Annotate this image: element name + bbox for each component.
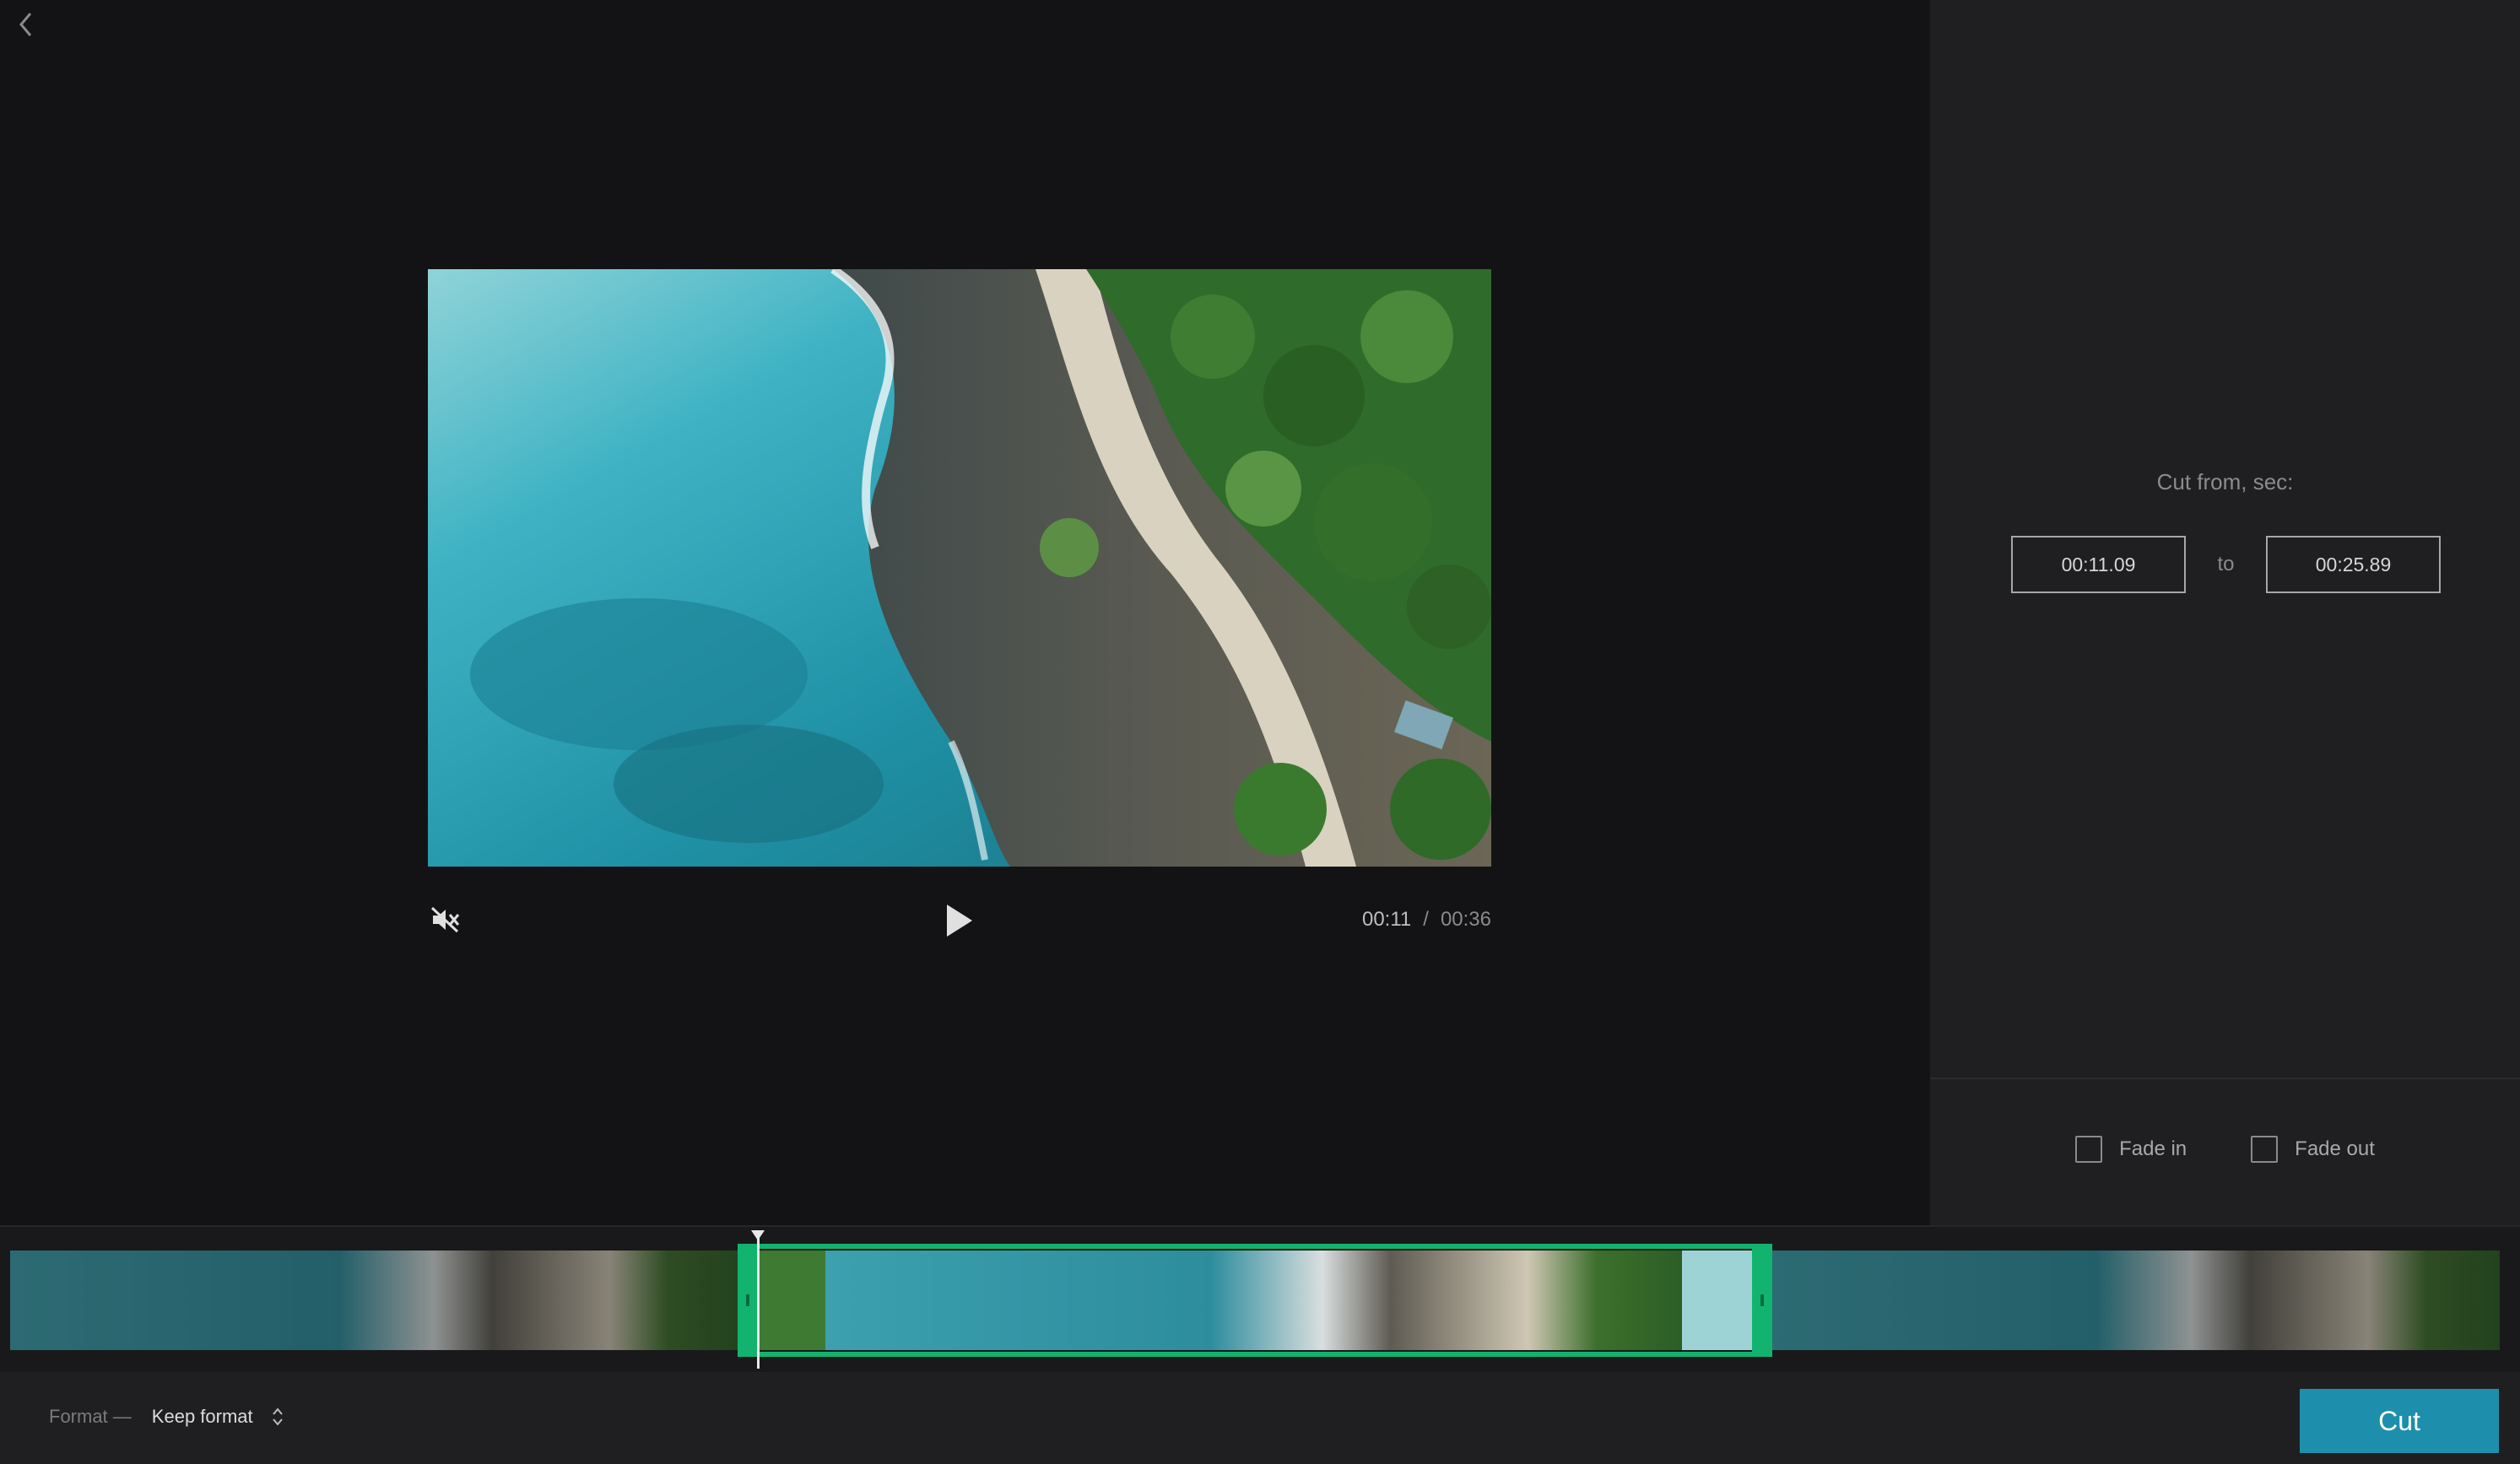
handle-grip: [746, 1294, 749, 1306]
handle-grip: [1760, 1294, 1764, 1306]
timeline: [0, 1225, 2520, 1372]
fade-options: Fade in Fade out: [1930, 1136, 2520, 1163]
player-controls: 00:11 / 00:36: [428, 894, 1491, 947]
cut-range-label: Cut from, sec:: [2156, 469, 2294, 494]
muted-speaker-icon: [430, 906, 460, 933]
play-button[interactable]: [939, 899, 980, 942]
cut-start-input[interactable]: [2011, 536, 2186, 593]
video-frame-image: [428, 269, 1491, 867]
playhead-marker: [751, 1230, 765, 1240]
format-label: Format —: [49, 1406, 132, 1427]
fade-in-label: Fade in: [2119, 1137, 2187, 1160]
time-separator: /: [1423, 908, 1429, 931]
cut-settings-panel: Cut from, sec: to Fade in Fade out: [1930, 0, 2520, 1225]
fade-in-option[interactable]: Fade in: [2075, 1136, 2187, 1163]
selection-start-handle[interactable]: [738, 1244, 758, 1357]
video-cutter-app: 00:11 / 00:36 Cut from, sec: to Fade in …: [0, 0, 2520, 1464]
playback-time: 00:11 / 00:36: [1362, 908, 1491, 932]
fade-out-checkbox[interactable]: [2251, 1136, 2279, 1163]
unselected-region-right: [1772, 1251, 2500, 1350]
cut-range-inputs: to: [2011, 536, 2441, 593]
fade-out-option[interactable]: Fade out: [2251, 1136, 2375, 1163]
current-time: 00:11: [1361, 908, 1412, 931]
play-icon: [947, 905, 972, 937]
selection-end-handle[interactable]: [1752, 1244, 1772, 1357]
bottom-bar: Format — Keep format Cut: [0, 1372, 2520, 1464]
fade-in-checkbox[interactable]: [2075, 1136, 2103, 1163]
format-value: Keep format: [151, 1406, 253, 1427]
up-down-chevron-icon: [272, 1407, 283, 1426]
mute-toggle-button[interactable]: [428, 903, 462, 937]
unselected-region-left: [10, 1251, 738, 1350]
playhead[interactable]: [751, 1230, 765, 1369]
format-dropdown[interactable]: Keep format: [152, 1406, 284, 1428]
back-button[interactable]: [12, 8, 41, 41]
fade-out-label: Fade out: [2295, 1137, 2375, 1160]
total-duration: 00:36: [1440, 908, 1491, 931]
chevron-left-icon: [19, 13, 32, 36]
cut-selection-range[interactable]: [738, 1244, 1772, 1357]
video-preview[interactable]: [428, 269, 1491, 867]
panel-divider: [1930, 1078, 2520, 1079]
range-to-label: to: [2217, 553, 2235, 575]
format-selector: Format — Keep format: [49, 1406, 284, 1428]
preview-area: 00:11 / 00:36: [0, 0, 1930, 1225]
cut-button[interactable]: Cut: [2300, 1389, 2499, 1453]
cut-end-input[interactable]: [2266, 536, 2441, 593]
